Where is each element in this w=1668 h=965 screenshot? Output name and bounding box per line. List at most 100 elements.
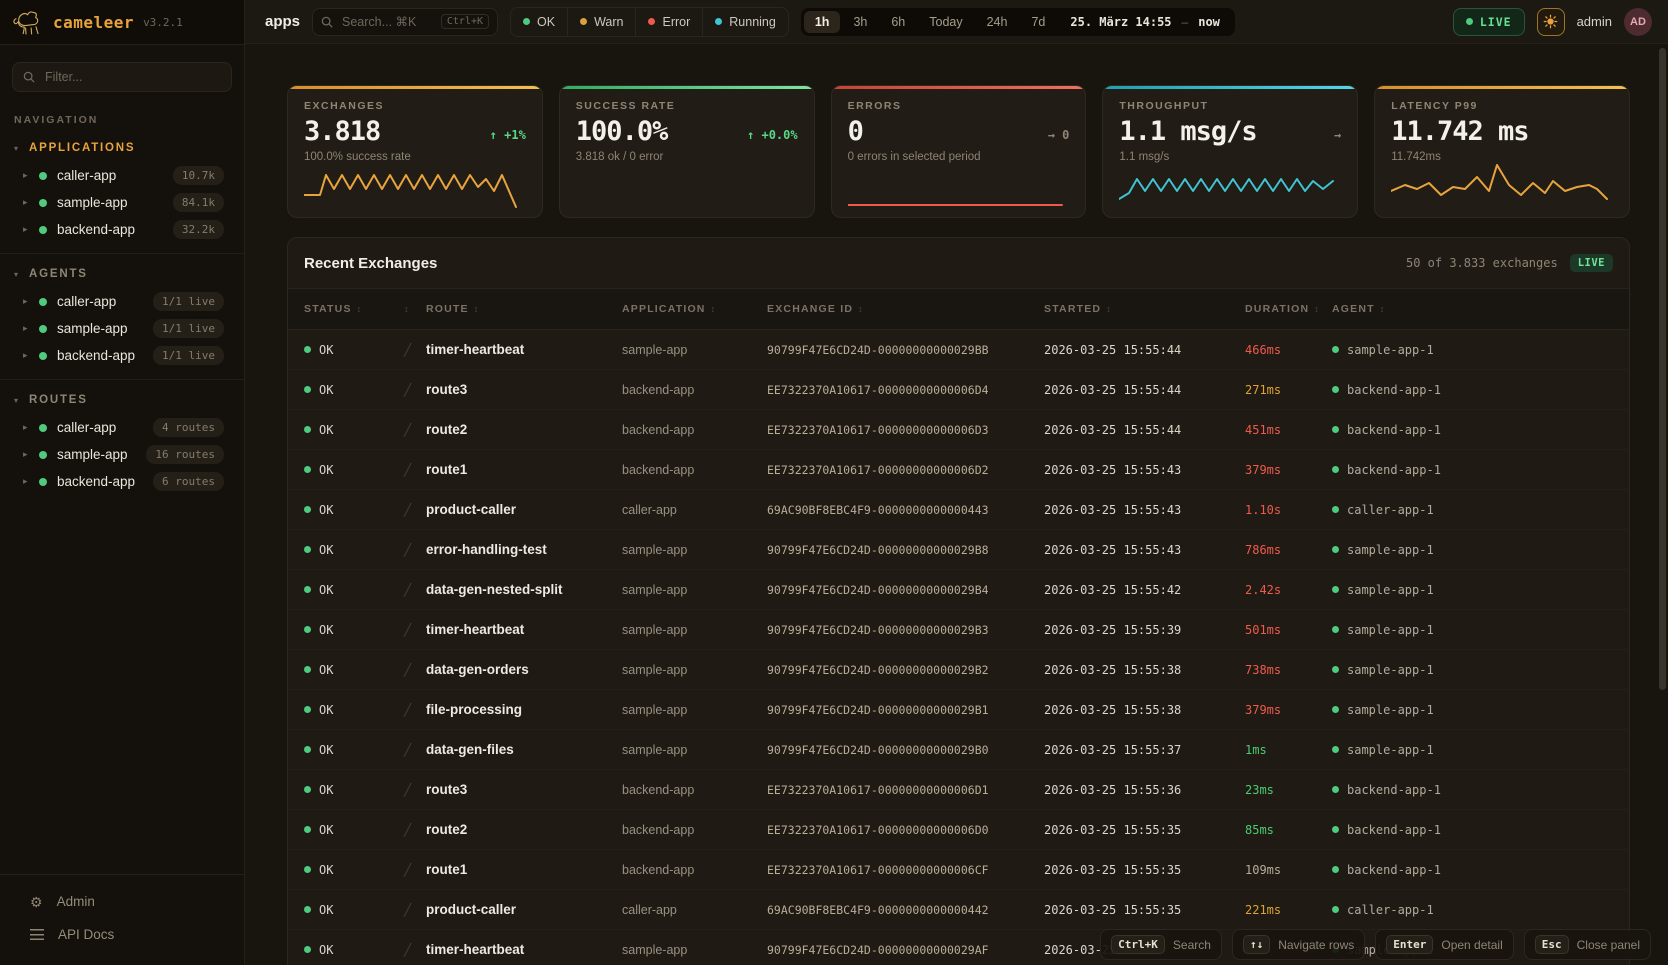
application-cell: caller-app — [622, 503, 767, 517]
open-exchange-icon[interactable]: ╱ — [404, 463, 426, 477]
section-header-applications[interactable]: ▾APPLICATIONS — [0, 130, 244, 162]
time-range-1h[interactable]: 1h — [804, 11, 841, 33]
chevron-right-icon[interactable]: ▸ — [23, 422, 39, 433]
status-filter-running[interactable]: Running — [702, 8, 788, 36]
table-row[interactable]: OK╱route3backend-appEE7322370A10617-0000… — [288, 370, 1629, 410]
table-row[interactable]: OK╱product-callercaller-app69AC90BF8EBC4… — [288, 490, 1629, 530]
chevron-right-icon[interactable]: ▸ — [23, 476, 39, 487]
column-header-route[interactable]: ROUTE↕ — [426, 303, 622, 315]
open-exchange-icon[interactable]: ╱ — [404, 543, 426, 557]
open-exchange-icon[interactable]: ╱ — [404, 423, 426, 437]
date-range-display[interactable]: 25. März 14:55 – now — [1058, 15, 1232, 29]
open-exchange-icon[interactable]: ╱ — [404, 943, 426, 957]
status-filter-group: OKWarnErrorRunning — [510, 7, 789, 37]
user-name[interactable]: admin — [1577, 14, 1612, 29]
table-row[interactable]: OK╱data-gen-orderssample-app90799F47E6CD… — [288, 650, 1629, 690]
section-header-agents[interactable]: ▾AGENTS — [0, 256, 244, 288]
open-exchange-icon[interactable]: ╱ — [404, 703, 426, 717]
table-row[interactable]: OK╱route3backend-appEE7322370A10617-0000… — [288, 770, 1629, 810]
sidebar-item-routes-backend-app[interactable]: ▸backend-app6 routes — [0, 468, 244, 495]
search-input[interactable] — [340, 14, 434, 30]
sidebar-item-applications-backend-app[interactable]: ▸backend-app32.2k — [0, 216, 244, 243]
agent-live-dot — [1332, 706, 1339, 713]
sidebar-footer-admin[interactable]: ⚙Admin — [0, 885, 244, 918]
open-exchange-icon[interactable]: ╱ — [404, 503, 426, 517]
kpi-sparkline — [304, 161, 524, 211]
open-exchange-icon[interactable]: ╱ — [404, 903, 426, 917]
table-row[interactable]: OK╱route1backend-appEE7322370A10617-0000… — [288, 450, 1629, 490]
open-exchange-icon[interactable]: ╱ — [404, 623, 426, 637]
sidebar-filter[interactable] — [12, 62, 232, 92]
time-range-today[interactable]: Today — [918, 11, 973, 33]
live-toggle[interactable]: LIVE — [1453, 8, 1525, 36]
open-exchange-icon[interactable]: ╱ — [404, 743, 426, 757]
status-filter-warn[interactable]: Warn — [567, 8, 635, 36]
avatar[interactable]: AD — [1624, 8, 1652, 36]
kpi-card-exchanges[interactable]: EXCHANGES3.818↑ +1%100.0% success rate — [287, 85, 543, 218]
sidebar-item-agents-caller-app[interactable]: ▸caller-app1/1 live — [0, 288, 244, 315]
table-row[interactable]: OK╱timer-heartbeatsample-app90799F47E6CD… — [288, 610, 1629, 650]
sidebar-item-agents-sample-app[interactable]: ▸sample-app1/1 live — [0, 315, 244, 342]
nav-item-badge: 16 routes — [146, 445, 224, 464]
column-header-started[interactable]: STARTED↕ — [1044, 303, 1245, 315]
table-row[interactable]: OK╱route1backend-appEE7322370A10617-0000… — [288, 850, 1629, 890]
sidebar-footer-api-docs[interactable]: API Docs — [0, 918, 244, 951]
chevron-right-icon[interactable]: ▸ — [23, 323, 39, 334]
chevron-right-icon[interactable]: ▸ — [23, 350, 39, 361]
table-row[interactable]: OK╱file-processingsample-app90799F47E6CD… — [288, 690, 1629, 730]
sidebar-item-routes-sample-app[interactable]: ▸sample-app16 routes — [0, 441, 244, 468]
status-filter-error[interactable]: Error — [635, 8, 702, 36]
open-exchange-icon[interactable]: ╱ — [404, 823, 426, 837]
open-exchange-icon[interactable]: ╱ — [404, 583, 426, 597]
column-header-duration[interactable]: DURATION↕ — [1245, 303, 1332, 315]
table-row[interactable]: OK╱product-callercaller-app69AC90BF8EBC4… — [288, 890, 1629, 930]
table-row[interactable]: OK╱route2backend-appEE7322370A10617-0000… — [288, 810, 1629, 850]
chevron-right-icon[interactable]: ▸ — [23, 296, 39, 307]
hint-search: Ctrl+KSearch — [1100, 929, 1222, 960]
status-filter-ok[interactable]: OK — [511, 8, 567, 36]
filter-input[interactable] — [43, 69, 221, 85]
kpi-card-latency-p99[interactable]: LATENCY P9911.742 ms11.742ms — [1374, 85, 1630, 218]
table-row[interactable]: OK╱error-handling-testsample-app90799F47… — [288, 530, 1629, 570]
open-exchange-icon[interactable]: ╱ — [404, 343, 426, 357]
sidebar-item-applications-caller-app[interactable]: ▸caller-app10.7k — [0, 162, 244, 189]
open-exchange-icon[interactable]: ╱ — [404, 863, 426, 877]
column-header-exchange-id[interactable]: EXCHANGE ID↕ — [767, 303, 1044, 315]
table-row[interactable]: OK╱data-gen-filessample-app90799F47E6CD2… — [288, 730, 1629, 770]
theme-toggle-button[interactable] — [1537, 8, 1565, 36]
search-icon — [23, 71, 35, 83]
section-header-routes[interactable]: ▾ROUTES — [0, 382, 244, 414]
open-exchange-icon[interactable]: ╱ — [404, 663, 426, 677]
open-exchange-icon[interactable]: ╱ — [404, 783, 426, 797]
kpi-value-row: 0→ 0 — [848, 118, 1070, 145]
vertical-scrollbar[interactable] — [1659, 48, 1666, 690]
chevron-right-icon[interactable]: ▸ — [23, 170, 39, 181]
nav-item-label: sample-app — [57, 195, 173, 210]
kpi-card-success-rate[interactable]: SUCCESS RATE100.0%↑ +0.0%3.818 ok / 0 er… — [559, 85, 815, 218]
table-row[interactable]: OK╱route2backend-appEE7322370A10617-0000… — [288, 410, 1629, 450]
global-search[interactable]: Ctrl+K — [312, 8, 498, 36]
kpi-card-throughput[interactable]: THROUGHPUT1.1 msg/s→1.1 msg/s — [1102, 85, 1358, 218]
column-header-application[interactable]: APPLICATION↕ — [622, 303, 767, 315]
sidebar-item-agents-backend-app[interactable]: ▸backend-app1/1 live — [0, 342, 244, 369]
status-ok-dot — [304, 826, 311, 833]
time-range-6h[interactable]: 6h — [880, 11, 916, 33]
column-header-link[interactable]: ↕ — [404, 304, 426, 314]
status-cell: OK — [304, 423, 404, 437]
time-range-3h[interactable]: 3h — [842, 11, 878, 33]
chevron-right-icon[interactable]: ▸ — [23, 449, 39, 460]
agent-live-dot — [1332, 426, 1339, 433]
column-header-status[interactable]: STATUS↕ — [304, 303, 404, 315]
status-ok-dot — [304, 546, 311, 553]
time-range-7d[interactable]: 7d — [1020, 11, 1056, 33]
sidebar-item-applications-sample-app[interactable]: ▸sample-app84.1k — [0, 189, 244, 216]
table-row[interactable]: OK╱data-gen-nested-splitsample-app90799F… — [288, 570, 1629, 610]
open-exchange-icon[interactable]: ╱ — [404, 383, 426, 397]
table-row[interactable]: OK╱timer-heartbeatsample-app90799F47E6CD… — [288, 330, 1629, 370]
column-header-agent[interactable]: AGENT↕ — [1332, 303, 1613, 315]
chevron-right-icon[interactable]: ▸ — [23, 224, 39, 235]
time-range-24h[interactable]: 24h — [976, 11, 1019, 33]
kpi-card-errors[interactable]: ERRORS0→ 00 errors in selected period — [831, 85, 1087, 218]
sidebar-item-routes-caller-app[interactable]: ▸caller-app4 routes — [0, 414, 244, 441]
chevron-right-icon[interactable]: ▸ — [23, 197, 39, 208]
